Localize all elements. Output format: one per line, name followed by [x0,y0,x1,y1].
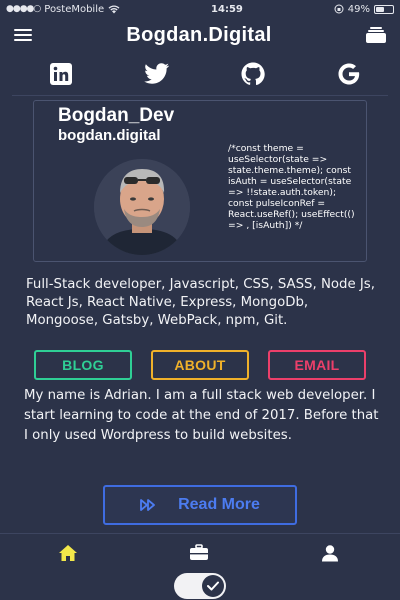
code-snippet: /*const theme = useSelector(state => sta… [228,143,358,231]
toggle-knob [202,575,224,597]
check-icon [207,581,219,591]
profile-site: bogdan.digital [58,127,161,144]
orientation-lock-icon [334,4,344,14]
email-button[interactable]: EMAIL [268,350,366,380]
profile-card: Bogdan_Dev bogdan.digital /*const theme … [33,100,367,262]
read-more-label: Read More [178,496,260,513]
carrier: PosteMobile [44,3,105,15]
signal-icon: ●●●●○ [6,4,41,14]
app-header: Bogdan.Digital [0,18,400,52]
fast-forward-icon [140,499,155,511]
briefcase-icon[interactable] [187,541,211,565]
wifi-icon [108,4,120,13]
battery-icon [373,4,394,14]
about-button[interactable]: ABOUT [151,350,249,380]
user-icon[interactable] [318,541,342,565]
clock: 14:59 [211,3,243,15]
brand-title[interactable]: Bogdan.Digital [126,24,271,47]
profile-name: Bogdan_Dev [58,105,175,126]
google-icon[interactable] [336,61,362,87]
bottom-nav [0,533,400,571]
avatar-portrait [94,159,190,255]
twitter-icon[interactable] [144,61,170,87]
theme-toggle[interactable] [174,573,226,599]
status-right: 49% [334,4,394,15]
avatar [94,159,190,255]
status-left: ●●●●○ PosteMobile [6,4,120,15]
battery-percent: 49% [347,3,370,15]
blog-button[interactable]: BLOG [34,350,132,380]
github-icon[interactable] [240,61,266,87]
linkedin-icon[interactable] [48,61,74,87]
battery-fill [375,6,384,12]
nav-buttons: BLOG ABOUT EMAIL [34,350,366,380]
social-links [12,52,388,96]
stack-menu-icon[interactable] [366,27,386,43]
status-bar: ●●●●○ PosteMobile 14:59 49% [0,0,400,18]
bio-text: My name is Adrian. I am a full stack web… [24,388,379,443]
skills-text: Full-Stack developer, Javascript, CSS, S… [26,277,375,328]
home-icon[interactable] [56,541,80,565]
read-more-button[interactable]: Read More [103,485,297,525]
hamburger-menu-icon[interactable] [14,29,32,41]
